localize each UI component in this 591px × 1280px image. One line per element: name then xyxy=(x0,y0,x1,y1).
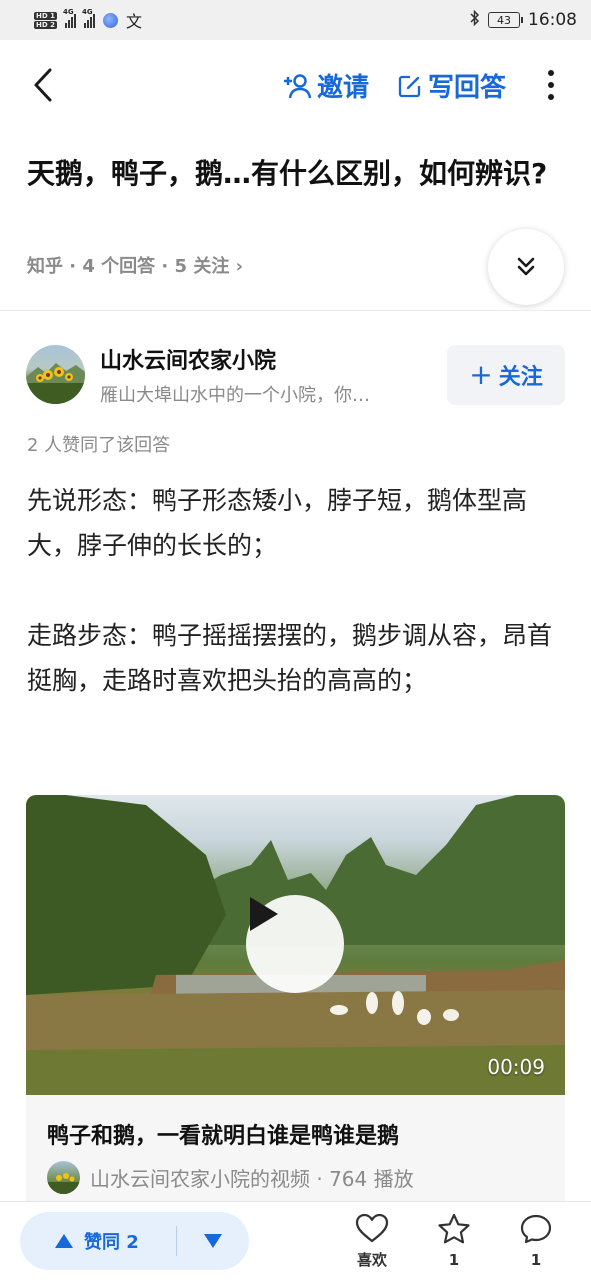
section-divider xyxy=(0,310,591,311)
status-bar: HD 1 HD 2 4G 4G 文 43 16:08 xyxy=(0,0,591,40)
comment-bubble-icon xyxy=(520,1214,552,1244)
upvote-button[interactable]: 赞同 2 xyxy=(20,1212,176,1270)
write-answer-button[interactable]: 写回答 xyxy=(398,67,506,104)
video-author-avatar xyxy=(47,1161,80,1194)
battery-icon: 43 xyxy=(488,12,523,28)
more-dot-icon xyxy=(548,70,554,76)
bottom-action-bar: 赞同 2 喜欢 1 1 xyxy=(0,1201,591,1280)
answer-paragraph: 先说形态：鸭子形态矮小，脖子短，鹅体型高大，脖子伸的长长的； xyxy=(27,486,528,560)
add-person-icon xyxy=(284,73,312,98)
more-dot-icon xyxy=(548,82,554,88)
video-player[interactable]: 00:09 xyxy=(26,795,565,1095)
answer-paragraph: 走路步态：鸭子摇摇摆摆的，鹅步调从容，昂首挺胸，走路时喜欢把头抬的高高的； xyxy=(27,621,553,695)
upvote-count-note: 2 人赞同了该回答 xyxy=(27,435,171,456)
more-dot-icon xyxy=(548,94,554,100)
top-nav: 邀请 写回答 xyxy=(0,40,591,128)
hd1-badge: HD 1 xyxy=(34,11,57,20)
author-name[interactable]: 山水云间农家小院 xyxy=(100,343,276,375)
like-label: 喜欢 xyxy=(356,1251,387,1269)
follow-button[interactable]: + 关注 xyxy=(447,345,565,405)
sunflower-photo xyxy=(26,363,85,404)
status-right: 43 16:08 xyxy=(470,9,577,30)
answer-content: 先说形态：鸭子形态矮小，脖子短，鹅体型高大，脖子伸的长长的； 走路步态：鸭子摇摇… xyxy=(27,478,567,748)
upvote-label: 赞同 2 xyxy=(84,1232,139,1253)
like-button[interactable]: 喜欢 xyxy=(342,1213,402,1270)
hd-indicators: HD 1 HD 2 xyxy=(34,11,57,29)
video-source[interactable]: 山水云间农家小院的视频 · 764 播放 xyxy=(47,1161,414,1194)
browser-app-icon xyxy=(102,12,118,28)
video-source-text: 山水云间农家小院的视频 · 764 播放 xyxy=(90,1167,414,1191)
favorite-count: 1 xyxy=(448,1251,460,1269)
clock: 16:08 xyxy=(528,10,577,30)
triangle-down-icon xyxy=(204,1234,222,1248)
invite-label: 邀请 xyxy=(317,73,370,103)
invite-button[interactable]: 邀请 xyxy=(283,67,369,104)
back-arrow-icon xyxy=(34,68,52,102)
signal-icon: 4G xyxy=(63,8,76,28)
write-answer-label: 写回答 xyxy=(428,73,507,103)
video-title[interactable]: 鸭子和鹅，一看就明白谁是鸭谁是鹅 xyxy=(47,1118,399,1150)
double-chevron-down-icon xyxy=(517,257,535,276)
triangle-up-icon xyxy=(55,1234,73,1248)
network-type-1: 4G xyxy=(62,8,74,16)
star-icon xyxy=(438,1213,470,1244)
play-button[interactable] xyxy=(246,895,344,993)
bluetooth-icon xyxy=(470,9,480,30)
signal-icon-2: 4G xyxy=(82,8,95,28)
author-avatar[interactable] xyxy=(26,345,85,404)
video-duration: 00:09 xyxy=(487,1055,545,1079)
question-title[interactable]: 天鹅，鸭子，鹅…有什么区别，如何辨识? xyxy=(27,152,567,196)
question-meta[interactable]: 知乎 · 4 个回答 · 5 关注 › xyxy=(27,252,243,278)
comment-count: 1 xyxy=(530,1251,542,1269)
heart-icon xyxy=(355,1213,389,1243)
vote-pill: 赞同 2 xyxy=(20,1212,249,1270)
follow-label: 关注 xyxy=(498,365,543,390)
downvote-button[interactable] xyxy=(177,1212,249,1270)
video-info-card[interactable]: 鸭子和鹅，一看就明白谁是鸭谁是鹅 山水云间农家小院的视频 · 764 播放 xyxy=(26,1095,565,1205)
favorite-button[interactable]: 1 xyxy=(424,1213,484,1269)
translate-icon: 文 xyxy=(125,12,142,31)
collapse-button[interactable] xyxy=(488,229,564,305)
hd2-badge: HD 2 xyxy=(34,20,57,29)
author-bio: 雁山大埠山水中的一个小院，你… xyxy=(100,385,370,406)
more-options-button[interactable] xyxy=(541,70,561,100)
comment-button[interactable]: 1 xyxy=(506,1213,566,1269)
play-icon xyxy=(250,897,278,931)
plus-icon: + xyxy=(469,358,493,391)
back-button[interactable] xyxy=(30,67,58,103)
edit-icon xyxy=(398,75,421,97)
network-type-2: 4G xyxy=(81,8,93,16)
status-left: HD 1 HD 2 4G 4G 文 xyxy=(34,8,142,32)
